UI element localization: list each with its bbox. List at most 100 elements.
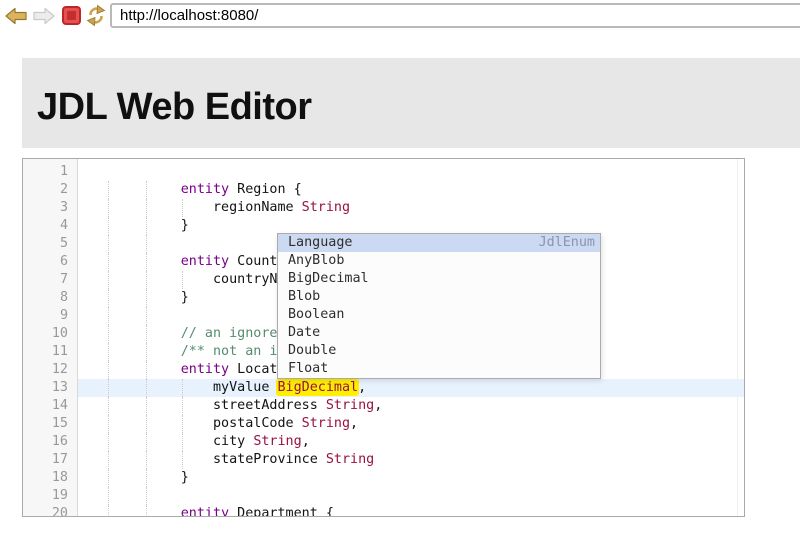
code-line[interactable]: entity Region { [78, 181, 744, 199]
code-line[interactable] [78, 163, 744, 181]
indent-guide [146, 415, 147, 433]
line-number: 6 [23, 253, 77, 271]
code-token: entity [181, 182, 229, 197]
indent-guide [108, 361, 109, 379]
code-token [84, 182, 181, 197]
line-number: 10 [23, 325, 77, 343]
indent-guide [108, 415, 109, 433]
autocomplete-item[interactable]: Double [278, 342, 600, 360]
code-line[interactable]: entity Department { [78, 505, 744, 517]
line-number: 3 [23, 199, 77, 217]
line-number: 7 [23, 271, 77, 289]
indent-guide [108, 235, 109, 253]
code-token: stateProvince [84, 452, 326, 467]
code-token [84, 344, 181, 359]
code-token: String [302, 200, 350, 215]
indent-guide [108, 289, 109, 307]
code-line[interactable]: streetAddress String, [78, 397, 744, 415]
code-token: entity [181, 362, 229, 377]
code-token: entity [181, 506, 229, 517]
back-arrow-icon [5, 7, 27, 25]
code-token: } [84, 218, 189, 233]
indent-guide [182, 199, 183, 217]
indent-guide [146, 361, 147, 379]
indent-guide [108, 469, 109, 487]
browser-toolbar [0, 0, 800, 31]
code-token: postalCode [84, 416, 302, 431]
indent-guide [108, 397, 109, 415]
code-token: String [326, 452, 374, 467]
indent-guide [108, 217, 109, 235]
indent-guide [146, 325, 147, 343]
code-line[interactable]: postalCode String, [78, 415, 744, 433]
indent-guide [108, 487, 109, 505]
line-number: 2 [23, 181, 77, 199]
line-number: 1 [23, 163, 77, 181]
back-button[interactable] [5, 7, 27, 25]
code-token [84, 326, 181, 341]
line-number: 4 [23, 217, 77, 235]
indent-guide [108, 199, 109, 217]
indent-guide [182, 451, 183, 469]
line-number: 19 [23, 487, 77, 505]
code-line[interactable]: stateProvince String [78, 451, 744, 469]
refresh-icon [85, 4, 107, 27]
code-token: entity [181, 254, 229, 269]
stop-button[interactable] [62, 6, 81, 25]
code-token: myValue [84, 380, 277, 395]
code-token [84, 254, 181, 269]
stop-icon [67, 11, 76, 20]
indent-guide [146, 469, 147, 487]
forward-arrow-icon [33, 7, 55, 25]
code-token: , [374, 398, 382, 413]
indent-guide [146, 253, 147, 271]
indent-guide [182, 271, 183, 289]
line-number: 12 [23, 361, 77, 379]
autocomplete-item[interactable]: Boolean [278, 306, 600, 324]
forward-button[interactable] [33, 7, 55, 25]
autocomplete-item[interactable]: AnyBlob [278, 252, 600, 270]
autocomplete-item[interactable]: BigDecimal [278, 270, 600, 288]
indent-guide [182, 433, 183, 451]
code-line[interactable]: city String, [78, 433, 744, 451]
line-number: 13 [23, 379, 77, 397]
autocomplete-item[interactable]: Date [278, 324, 600, 342]
code-line[interactable] [78, 487, 744, 505]
page-title: JDL Web Editor [22, 58, 800, 129]
code-token: String [302, 416, 350, 431]
url-input[interactable] [110, 3, 800, 28]
autocomplete-popup[interactable]: LanguageJdlEnumAnyBlobBigDecimalBlobBool… [277, 233, 601, 379]
active-code-line[interactable]: myValue BigDecimal, [78, 379, 744, 397]
autocomplete-item[interactable]: Blob [278, 288, 600, 306]
indent-guide [108, 379, 109, 397]
autocomplete-selected-item[interactable]: LanguageJdlEnum [278, 234, 600, 252]
indent-guide [182, 415, 183, 433]
line-number: 14 [23, 397, 77, 415]
line-number: 20 [23, 505, 77, 517]
autocomplete-item-detail: JdlEnum [539, 234, 595, 252]
code-token [84, 506, 181, 517]
line-number: 9 [23, 307, 77, 325]
line-number: 11 [23, 343, 77, 361]
highlighted-token: BigDecimal [277, 380, 358, 395]
indent-guide [146, 487, 147, 505]
code-line[interactable]: } [78, 469, 744, 487]
code-token: } [84, 470, 189, 485]
line-number: 8 [23, 289, 77, 307]
line-number: 18 [23, 469, 77, 487]
line-number: 16 [23, 433, 77, 451]
code-editor[interactable]: 1234567891011121314151617181920 entity R… [22, 158, 745, 517]
indent-guide [146, 307, 147, 325]
refresh-button[interactable] [85, 4, 107, 27]
indent-guide [108, 253, 109, 271]
code-line[interactable]: regionName String [78, 199, 744, 217]
code-token: city [84, 434, 253, 449]
code-token: countryName [84, 272, 310, 287]
indent-guide [146, 271, 147, 289]
page-header: JDL Web Editor [22, 58, 800, 148]
indent-guide [146, 235, 147, 253]
line-number: 15 [23, 415, 77, 433]
indent-guide [146, 199, 147, 217]
indent-guide [146, 451, 147, 469]
autocomplete-item[interactable]: Float [278, 360, 600, 378]
